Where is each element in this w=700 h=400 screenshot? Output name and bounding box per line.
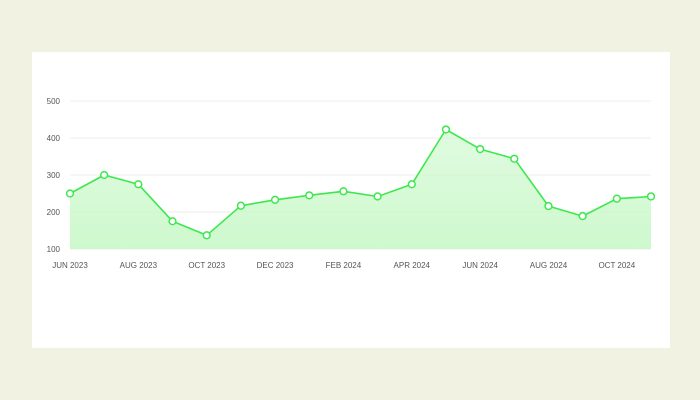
data-point[interactable] <box>612 194 621 203</box>
x-tick-label: FEB 2024 <box>326 261 362 270</box>
data-point[interactable] <box>134 180 143 189</box>
y-tick-label: 300 <box>47 171 61 180</box>
x-tick-label: AUG 2024 <box>530 261 568 270</box>
x-axis-ticks: JUN 2023 AUG 2023 OCT 2023 DEC 2023 FEB 2024… <box>52 261 636 270</box>
data-point[interactable] <box>270 195 280 204</box>
data-point[interactable] <box>544 201 553 211</box>
data-point[interactable] <box>236 201 246 210</box>
data-point[interactable] <box>510 154 519 163</box>
data-point[interactable] <box>100 170 109 180</box>
data-point[interactable] <box>578 211 587 221</box>
data-point[interactable] <box>305 191 314 200</box>
y-tick-label: 100 <box>47 245 61 254</box>
y-tick-label: 400 <box>47 134 61 143</box>
data-point[interactable] <box>202 231 211 240</box>
y-axis-ticks: 100 200 300 400 500 <box>47 97 61 254</box>
data-point[interactable] <box>168 217 177 226</box>
data-point[interactable] <box>441 125 451 134</box>
y-tick-label: 500 <box>47 97 61 106</box>
data-point[interactable] <box>373 192 382 201</box>
y-tick-label: 200 <box>47 208 61 217</box>
data-point[interactable] <box>339 187 348 196</box>
data-point[interactable] <box>646 192 656 201</box>
data-point[interactable] <box>475 144 485 154</box>
x-tick-label: OCT 2023 <box>188 261 225 270</box>
area-fill <box>70 129 651 249</box>
line-chart: 100 200 300 400 500 JUN 2023 AUG 2023 OCT 2023… <box>47 97 656 270</box>
x-tick-label: JUN 2024 <box>462 261 498 270</box>
data-point[interactable] <box>407 180 416 189</box>
x-tick-label: DEC 2023 <box>257 261 294 270</box>
x-tick-label: JUN 2023 <box>52 261 88 270</box>
x-tick-label: OCT 2024 <box>598 261 635 270</box>
x-tick-label: APR 2024 <box>394 261 431 270</box>
data-point[interactable] <box>65 189 75 198</box>
x-tick-label: AUG 2023 <box>120 261 158 270</box>
